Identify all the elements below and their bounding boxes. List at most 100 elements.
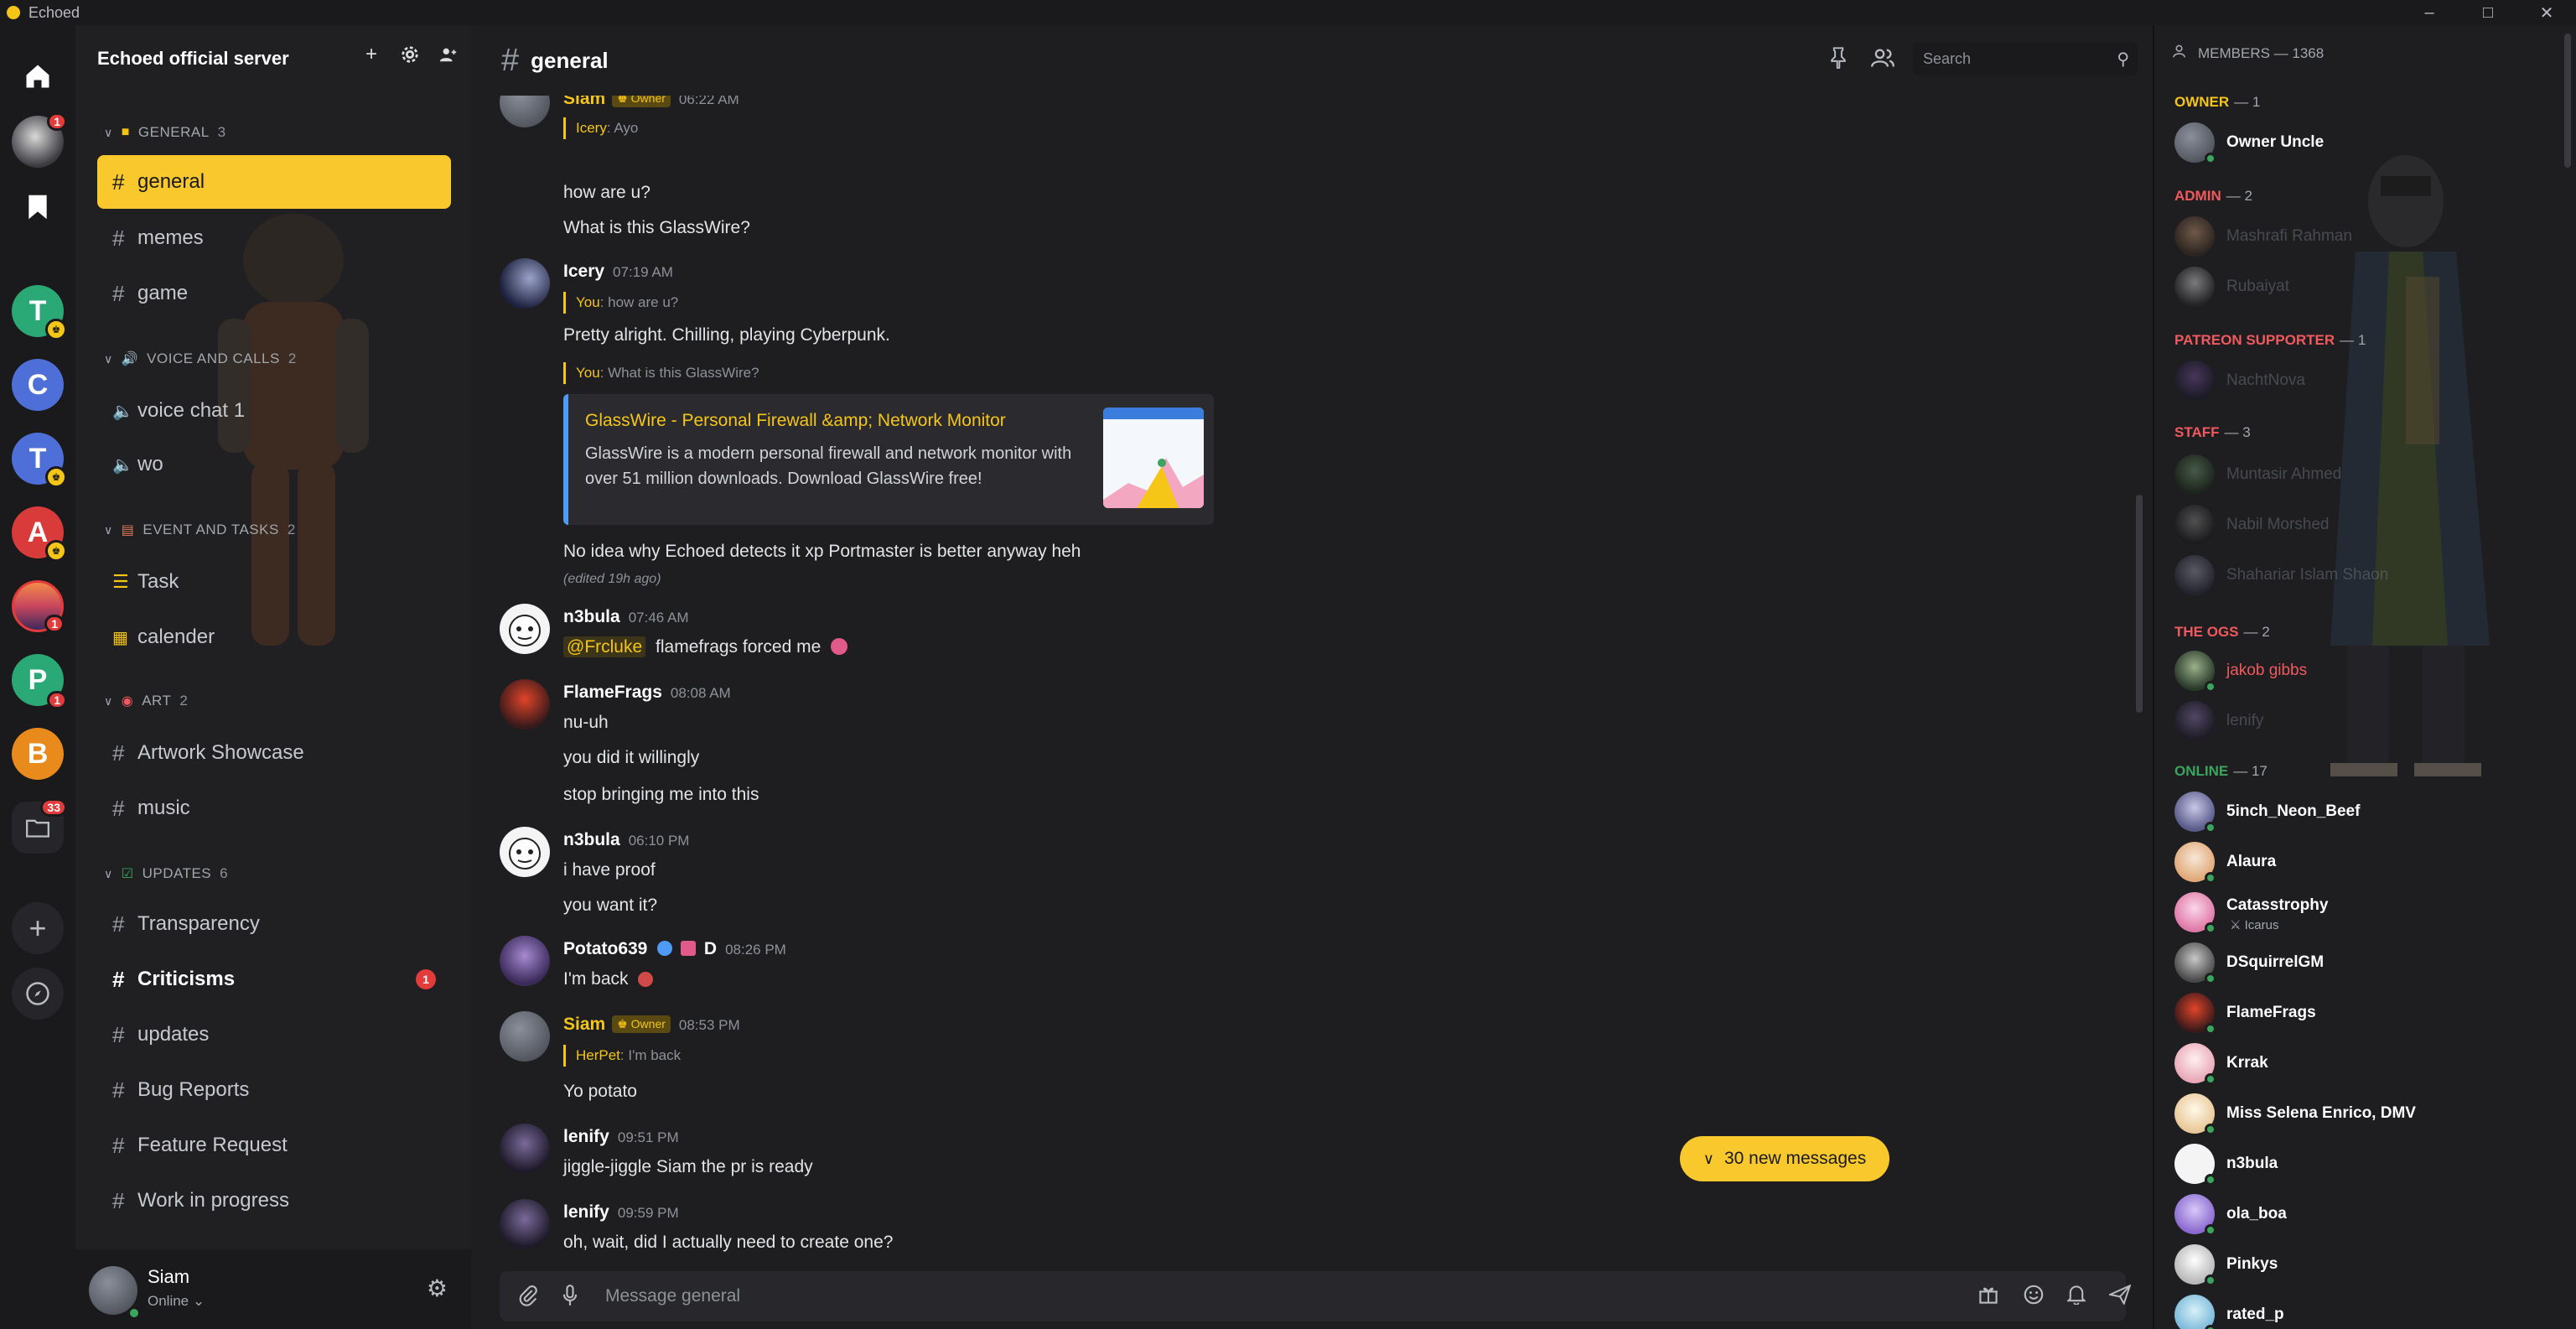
settings-gear-icon[interactable]: ⚙: [427, 1274, 448, 1302]
avatar[interactable]: [500, 1199, 550, 1249]
message-author[interactable]: Icery 07:19 AM: [563, 262, 673, 282]
search-input[interactable]: [1923, 49, 2091, 68]
message-author[interactable]: n3bula 06:10 PM: [563, 830, 689, 850]
category-voice[interactable]: ∨ 🔊 VOICE AND CALLS 2: [104, 350, 297, 367]
member-item[interactable]: FlameFrags: [2171, 989, 2565, 1036]
channel-criticisms[interactable]: # Criticisms 1: [97, 953, 451, 1006]
member-item[interactable]: ola_boa: [2171, 1191, 2565, 1238]
member-item[interactable]: Alaura: [2171, 838, 2565, 885]
member-item[interactable]: Nabil Morshed: [2171, 501, 2565, 548]
reply-preview[interactable]: HerPet: I'm back: [563, 1045, 681, 1067]
avatar[interactable]: [500, 679, 550, 729]
server-header[interactable]: Echoed official server +: [75, 25, 471, 92]
invite-people-icon[interactable]: [438, 44, 459, 65]
message-author[interactable]: Siam ♚ Owner 08:53 PM: [563, 1015, 740, 1035]
gift-icon[interactable]: [1978, 1285, 1998, 1311]
member-item[interactable]: NachtNova: [2171, 357, 2565, 404]
new-messages-button[interactable]: ∨ 30 new messages: [1680, 1136, 1889, 1181]
pin-icon[interactable]: [1829, 47, 1848, 75]
server-sunset-icon[interactable]: 1: [12, 580, 65, 633]
message-author[interactable]: lenify 09:51 PM: [563, 1127, 679, 1147]
server-profile-avatar[interactable]: 1: [12, 112, 67, 168]
category-events[interactable]: ∨ ▤ EVENT AND TASKS 2: [104, 522, 296, 538]
link-embed[interactable]: GlassWire - Personal Firewall &amp; Netw…: [563, 394, 1214, 525]
attach-paperclip-icon[interactable]: [518, 1285, 538, 1312]
member-item[interactable]: Catasstrophy ⚔ Icarus: [2171, 889, 2565, 936]
message-input[interactable]: [605, 1283, 1863, 1310]
channel-updates[interactable]: # updates: [97, 1008, 451, 1062]
member-item[interactable]: Owner Uncle: [2171, 119, 2565, 166]
channel-bug-reports[interactable]: # Bug Reports: [97, 1063, 451, 1117]
members-list-icon[interactable]: [1871, 47, 1894, 75]
bell-icon[interactable]: [2065, 1285, 2087, 1311]
emoji-picker-icon[interactable]: [2024, 1285, 2044, 1311]
folder-icon[interactable]: 33: [12, 798, 67, 854]
channel-music[interactable]: # music: [97, 781, 451, 835]
member-item[interactable]: Pinkys: [2171, 1241, 2565, 1288]
reply-preview[interactable]: Icery: Ayo: [563, 117, 638, 139]
channel-game[interactable]: # game: [97, 267, 451, 320]
add-server-icon[interactable]: +: [12, 902, 64, 954]
reply-preview[interactable]: You: how are u?: [563, 292, 678, 314]
message-author[interactable]: Siam ♚ Owner 06:22 AM: [563, 96, 739, 109]
server-t2-icon[interactable]: T ♚: [12, 433, 67, 488]
server-c-icon[interactable]: C: [12, 359, 64, 411]
add-channel-icon[interactable]: +: [360, 43, 382, 65]
channel-work-in-progress[interactable]: # Work in progress: [97, 1174, 451, 1228]
send-icon[interactable]: [2107, 1284, 2132, 1311]
member-item[interactable]: n3bula: [2171, 1140, 2565, 1187]
reply-preview[interactable]: You: What is this GlassWire?: [563, 362, 759, 384]
member-item[interactable]: jakob gibbs: [2171, 647, 2565, 694]
member-item[interactable]: Shahariar Islam Shaon: [2171, 552, 2565, 599]
category-art[interactable]: ∨ ◉ ART 2: [104, 693, 188, 709]
close-icon[interactable]: ✕: [2517, 0, 2576, 25]
channel-memes[interactable]: # memes: [97, 211, 451, 265]
channel-calender[interactable]: ▦ calender: [97, 610, 451, 664]
channel-voice-chat-1[interactable]: 🔈 voice chat 1: [97, 384, 451, 438]
server-t-icon[interactable]: T ♚: [12, 285, 67, 340]
member-item[interactable]: Rubaiyat: [2171, 263, 2565, 310]
members-scrollbar[interactable]: [2564, 34, 2571, 168]
chat-scrollbar[interactable]: [2136, 495, 2143, 713]
server-p-icon[interactable]: P 1: [12, 654, 67, 709]
search-box[interactable]: ⚲: [1913, 42, 2138, 75]
member-item[interactable]: Krrak: [2171, 1040, 2565, 1087]
channel-artwork-showcase[interactable]: # Artwork Showcase: [97, 726, 451, 780]
avatar[interactable]: [500, 827, 550, 877]
minimize-icon[interactable]: –: [2400, 0, 2459, 25]
gear-icon[interactable]: [399, 44, 421, 65]
channel-transparency[interactable]: # Transparency: [97, 897, 451, 951]
avatar[interactable]: [500, 96, 550, 127]
category-general[interactable]: ∨ ■ GENERAL 3: [104, 124, 226, 141]
message-author[interactable]: FlameFrags 08:08 AM: [563, 683, 731, 703]
embed-title[interactable]: GlassWire - Personal Firewall &amp; Netw…: [585, 411, 1006, 431]
message-author[interactable]: n3bula 07:46 AM: [563, 607, 689, 627]
home-icon[interactable]: [12, 50, 64, 102]
channel-feature-request[interactable]: # Feature Request: [97, 1119, 451, 1172]
avatar[interactable]: [500, 936, 550, 986]
channel-task[interactable]: ☰ Task: [97, 555, 451, 609]
member-item[interactable]: rated_p: [2171, 1291, 2565, 1329]
message-author[interactable]: lenify 09:59 PM: [563, 1202, 679, 1223]
avatar[interactable]: [500, 604, 550, 654]
member-item[interactable]: Miss Selena Enrico, DMV: [2171, 1090, 2565, 1137]
member-item[interactable]: DSquirrelGM: [2171, 939, 2565, 986]
server-b-icon[interactable]: B: [12, 728, 64, 780]
avatar[interactable]: [500, 1124, 550, 1174]
embed-thumbnail[interactable]: [1103, 408, 1204, 508]
channel-general[interactable]: # general: [97, 155, 451, 209]
bookmark-icon[interactable]: [12, 181, 64, 233]
avatar[interactable]: [500, 258, 550, 309]
message-author[interactable]: Potato639 D 08:26 PM: [563, 939, 786, 959]
server-a-icon[interactable]: A ♚: [12, 506, 67, 562]
user-mention[interactable]: @Frcluke: [563, 636, 646, 657]
member-item[interactable]: lenify: [2171, 698, 2565, 745]
channel-wo[interactable]: 🔈 wo: [97, 438, 451, 491]
explore-compass-icon[interactable]: [12, 968, 64, 1020]
user-status[interactable]: Online ⌄: [148, 1293, 205, 1310]
maximize-icon[interactable]: □: [2459, 0, 2517, 25]
member-item[interactable]: Mashrafi Rahman: [2171, 213, 2565, 260]
member-item[interactable]: 5inch_Neon_Beef: [2171, 788, 2565, 835]
category-updates[interactable]: ∨ ☑ UPDATES 6: [104, 865, 228, 882]
microphone-icon[interactable]: [562, 1285, 578, 1312]
